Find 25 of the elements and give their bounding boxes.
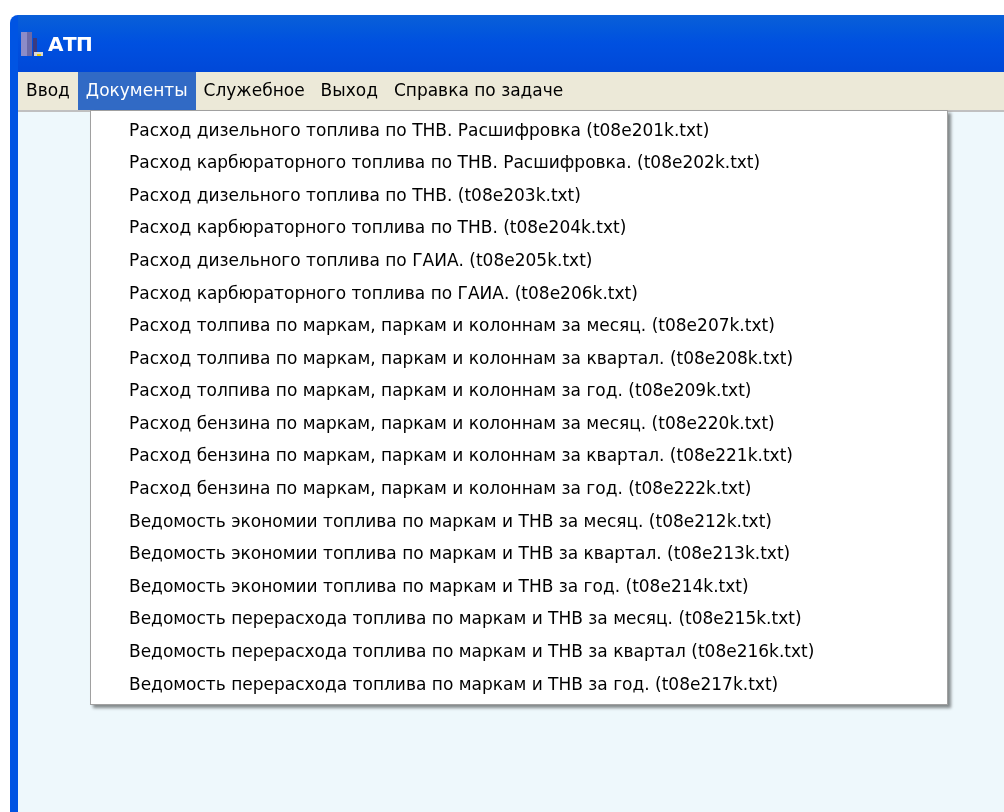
dropdown-item[interactable]: Ведомость перерасхода топлива по маркам и ТНВ за квартал (t08e216k.txt) <box>91 635 947 669</box>
menu-item[interactable]: Ввод <box>18 72 78 110</box>
dropdown-item[interactable]: Расход толпива по маркам, паркам и колоннам за год. (t08e209k.txt) <box>91 374 947 408</box>
dropdown-item[interactable]: Расход бензина по маркам, паркам и колоннам за квартал. (t08e221k.txt) <box>91 439 947 473</box>
dropdown-item[interactable]: Расход дизельного топлива по ТНВ. (t08e203k.txt) <box>91 179 947 212</box>
dropdown-item[interactable]: Ведомость экономии топлива по маркам и ТНВ за квартал. (t08e213k.txt) <box>91 537 947 571</box>
dropdown-item[interactable]: Расход толпива по маркам, паркам и колоннам за месяц. (t08e207k.txt) <box>91 309 947 343</box>
dropdown-item[interactable]: Расход карбюраторного топлива по ТНВ. Расшифровка. (t08e202k.txt) <box>91 146 947 180</box>
dropdown-item[interactable]: Расход толпива по маркам, паркам и колоннам за квартал. (t08e208k.txt) <box>91 342 947 375</box>
dropdown-item[interactable]: Ведомость перерасхода топлива по маркам и ТНВ за год. (t08e217k.txt) <box>91 668 947 701</box>
menu-item[interactable]: Документы <box>77 72 196 110</box>
window-title: АТП <box>48 30 93 58</box>
menu-item[interactable]: Справка по задаче <box>385 72 572 110</box>
dropdown-item[interactable]: Расход карбюраторного топлива по ГАИА. (t08e206k.txt) <box>91 276 947 310</box>
dropdown-item[interactable]: Расход дизельного топлива по ТНВ. Расшифровка (t08e201k.txt) <box>91 114 947 147</box>
dropdown-item[interactable]: Расход дизельного топлива по ГАИА. (t08e205k.txt) <box>91 244 947 277</box>
buildings-icon <box>20 29 44 58</box>
menu-item[interactable]: Служебное <box>195 72 313 110</box>
menu-item[interactable]: Выход <box>312 72 386 110</box>
dropdown-item[interactable]: Ведомость экономии топлива по маркам и ТНВ за месяц. (t08e212k.txt) <box>91 505 947 538</box>
dropdown-item[interactable]: Расход бензина по маркам, паркам и колоннам за месяц. (t08e220k.txt) <box>91 407 947 440</box>
dropdown-item[interactable]: Расход карбюраторного топлива по ТНВ. (t08e204k.txt) <box>91 211 947 245</box>
dropdown-item[interactable]: Расход бензина по маркам, паркам и колоннам за год. (t08e222k.txt) <box>91 472 947 506</box>
dropdown-item[interactable]: Ведомость экономии топлива по маркам и ТНВ за год. (t08e214k.txt) <box>91 570 947 603</box>
dropdown-item[interactable]: Ведомость перерасхода топлива по маркам и ТНВ за месяц. (t08e215k.txt) <box>91 602 947 636</box>
